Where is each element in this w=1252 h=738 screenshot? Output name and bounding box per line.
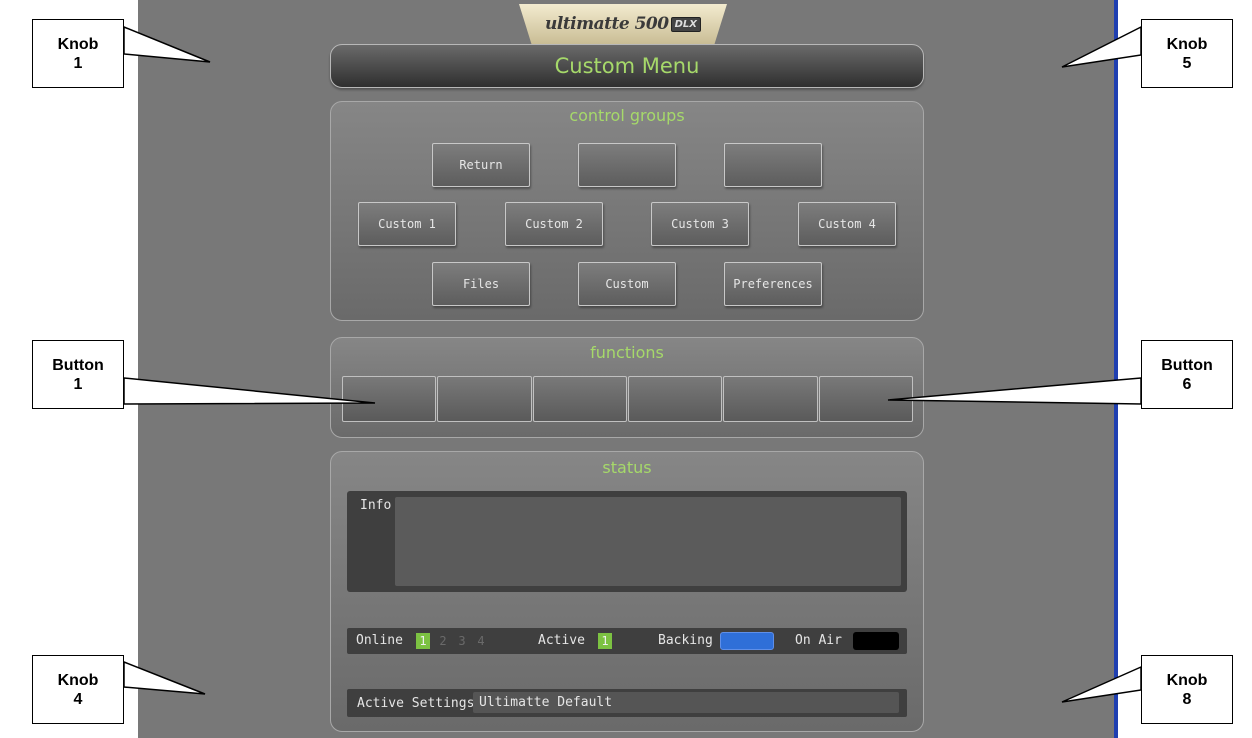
knob-8-callout: Knob 8 [1141,655,1233,724]
knob4-pointer [123,660,206,695]
knob8-pointer [1061,665,1142,703]
callout-label: Button [52,356,104,374]
button-1-callout: Button 1 [32,340,124,409]
callout-number: 6 [1182,375,1192,393]
callout-number: 1 [73,54,83,72]
callout-number: 5 [1182,54,1192,72]
button6-pointer [887,377,1142,405]
knob-1-callout: Knob 1 [32,19,124,88]
callout-number: 4 [73,690,83,708]
knob5-pointer [1061,25,1142,68]
callout-number: 8 [1182,690,1192,708]
callout-number: 1 [73,375,83,393]
callout-label: Button [1161,356,1213,374]
callout-label: Knob [57,35,99,53]
knob1-pointer [123,25,211,63]
callout-label: Knob [1166,35,1208,53]
button1-pointer [123,377,376,405]
button-6-callout: Button 6 [1141,340,1233,409]
callout-label: Knob [1166,671,1208,689]
callout-label: Knob [57,671,99,689]
knob-5-callout: Knob 5 [1141,19,1233,88]
callout-leader-lines [123,25,1142,703]
knob-4-callout: Knob 4 [32,655,124,724]
